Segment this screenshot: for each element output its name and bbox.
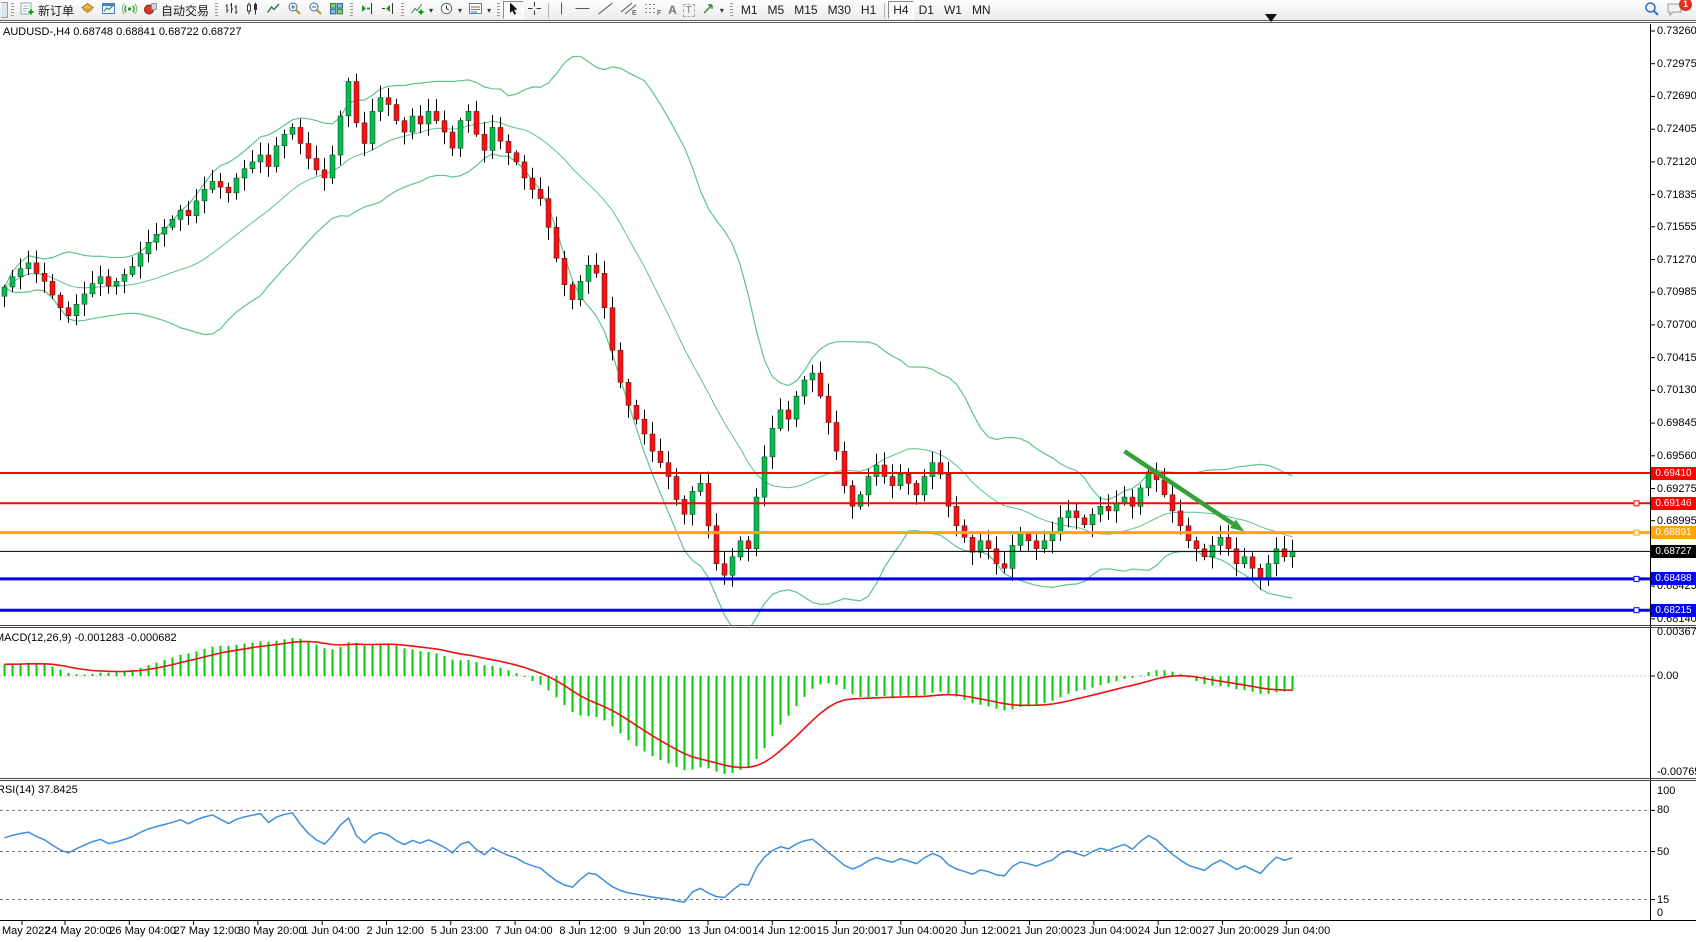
chart-title: AUDUSD-,H4 0.68748 0.68841 0.68722 0.687… (3, 26, 242, 38)
macd-label: MACD(12,26,9) -0.001283 -0.000682 (0, 632, 177, 644)
mt4-window: 新订单 自动 (0, 0, 1696, 942)
shift-marker (1265, 14, 1277, 22)
time-axis[interactable] (0, 921, 1650, 942)
chart-canvas[interactable] (0, 0, 1696, 942)
price-axis[interactable] (1651, 24, 1696, 920)
rsi-label: RSI(14) 37.8425 (0, 784, 78, 796)
